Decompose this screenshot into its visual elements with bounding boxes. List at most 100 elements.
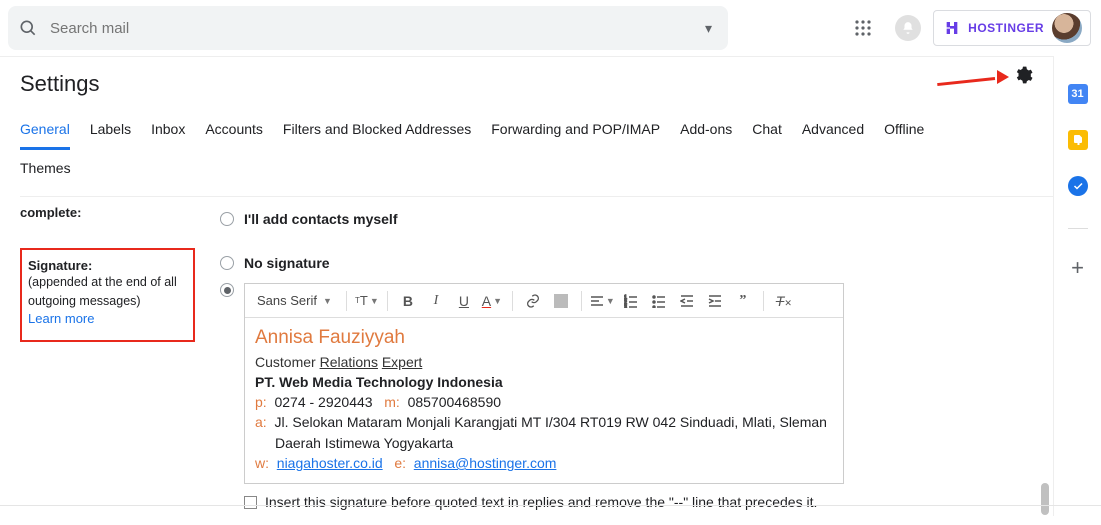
side-panel-divider — [1068, 228, 1088, 229]
gear-annotation — [937, 65, 1033, 88]
apps-grid-icon[interactable] — [843, 8, 883, 48]
font-select-label: Sans Serif — [257, 293, 317, 308]
notifications-icon[interactable] — [895, 15, 921, 41]
sig-addr1: Jl. Selokan Mataram Monjali Karangjati M… — [274, 414, 827, 430]
insert-signature-row: Insert this signature before quoted text… — [244, 494, 1053, 510]
nosignature-radio[interactable] — [220, 256, 234, 270]
scrollbar-thumb[interactable] — [1041, 483, 1049, 515]
sig-email-link[interactable]: annisa@hostinger.com — [414, 455, 557, 471]
sig-phone: 0274 - 2920443 — [274, 394, 372, 410]
bold-button[interactable]: B — [396, 289, 420, 313]
svg-text:3: 3 — [624, 305, 627, 308]
brand-chip[interactable]: HOSTINGER — [933, 10, 1091, 46]
side-panel: 31 + — [1053, 56, 1101, 516]
hostinger-logo-icon — [944, 20, 960, 36]
chevron-down-icon: ▼ — [323, 296, 332, 306]
settings-right-column: I'll add contacts myself No signature Sa… — [220, 203, 1053, 525]
tab-offline[interactable]: Offline — [884, 117, 924, 150]
search-box[interactable]: ▾ — [8, 6, 728, 50]
main: Settings General Labels Inbox Accounts F… — [0, 56, 1053, 516]
numbered-list-button[interactable]: 123 — [619, 289, 643, 313]
sig-e-label: e: — [394, 455, 406, 471]
sig-web-link[interactable]: niagahoster.co.id — [277, 455, 383, 471]
search-dropdown-icon[interactable]: ▾ — [699, 20, 718, 37]
tab-themes[interactable]: Themes — [20, 156, 71, 186]
settings-content: complete: Signature: (appended at the en… — [20, 203, 1053, 525]
sig-job-a: Customer — [255, 354, 316, 370]
toolbar-separator — [763, 291, 764, 311]
sig-p-label: p: — [255, 394, 267, 410]
tab-chat[interactable]: Chat — [752, 117, 782, 150]
side-panel-add-icon[interactable]: + — [1071, 255, 1084, 281]
text-color-button[interactable]: A▼ — [480, 289, 504, 313]
topbar: ▾ HOSTINGER — [0, 0, 1101, 56]
sig-a-label: a: — [255, 414, 267, 430]
align-button[interactable]: ▼ — [590, 289, 615, 313]
sig-job-c: Expert — [382, 354, 422, 370]
annotation-arrow-icon — [937, 67, 1007, 87]
sig-name: Annisa Fauziyyah — [255, 324, 833, 352]
editor-toolbar: Sans Serif ▼ TT▼ B I U A▼ ▼ 123 — [245, 284, 843, 318]
sig-addr2: Daerah Istimewa Yogyakarta — [275, 435, 453, 451]
nosig-radio-row[interactable]: No signature — [220, 249, 1053, 277]
text-size-button[interactable]: TT▼ — [355, 289, 379, 313]
search-input[interactable] — [38, 19, 699, 38]
signature-editor[interactable]: Sans Serif ▼ TT▼ B I U A▼ ▼ 123 — [244, 283, 844, 484]
sig-job-b: Relations — [320, 354, 378, 370]
settings-gear-icon[interactable] — [1013, 65, 1033, 88]
signature-section-highlight: Signature: (appended at the end of all o… — [20, 248, 195, 342]
contacts-radio[interactable] — [220, 212, 234, 226]
bullet-list-button[interactable] — [647, 289, 671, 313]
keep-icon[interactable] — [1068, 130, 1088, 150]
sig-m-label: m: — [384, 394, 400, 410]
tab-advanced[interactable]: Advanced — [802, 117, 864, 150]
underline-button[interactable]: U — [452, 289, 476, 313]
sig-job: Customer Relations Expert — [255, 352, 833, 372]
settings-left-column: complete: Signature: (appended at the en… — [20, 203, 220, 525]
toolbar-separator — [581, 291, 582, 311]
settings-tabs-row2: Themes — [20, 156, 1053, 197]
signature-body[interactable]: Annisa Fauziyyah Customer Relations Expe… — [245, 318, 843, 483]
brand-label: HOSTINGER — [968, 21, 1044, 35]
avatar[interactable] — [1052, 13, 1082, 43]
tab-filters[interactable]: Filters and Blocked Addresses — [283, 117, 471, 150]
signature-learn-more-link[interactable]: Learn more — [28, 311, 185, 326]
image-button[interactable] — [549, 289, 573, 313]
font-select[interactable]: Sans Serif ▼ — [251, 293, 338, 308]
sig-web-line: w: niagahoster.co.id e: annisa@hostinger… — [255, 453, 833, 473]
sig-mobile: 085700468590 — [408, 394, 501, 410]
insert-signature-label: Insert this signature before quoted text… — [265, 494, 817, 510]
toolbar-separator — [387, 291, 388, 311]
sig-phone-line: p: 0274 - 2920443 m: 085700468590 — [255, 392, 833, 412]
tab-labels[interactable]: Labels — [90, 117, 131, 150]
insert-signature-checkbox[interactable] — [244, 496, 257, 509]
signature-desc: (appended at the end of all outgoing mes… — [28, 273, 185, 311]
tab-addons[interactable]: Add-ons — [680, 117, 732, 150]
tab-general[interactable]: General — [20, 117, 70, 150]
signature-title: Signature: — [28, 258, 185, 273]
tab-inbox[interactable]: Inbox — [151, 117, 185, 150]
complete-label: complete: — [20, 205, 220, 226]
italic-button[interactable]: I — [424, 289, 448, 313]
bottom-divider — [0, 505, 1101, 506]
topbar-right: HOSTINGER — [843, 0, 1091, 56]
toolbar-separator — [512, 291, 513, 311]
sig-company: PT. Web Media Technology Indonesia — [255, 372, 833, 392]
customsignature-radio[interactable] — [220, 283, 234, 297]
tab-forwarding[interactable]: Forwarding and POP/IMAP — [491, 117, 660, 150]
link-button[interactable] — [521, 289, 545, 313]
tab-accounts[interactable]: Accounts — [205, 117, 263, 150]
sig-addr-line: a: Jl. Selokan Mataram Monjali Karangjat… — [255, 412, 833, 432]
tasks-icon[interactable] — [1068, 176, 1088, 196]
contacts-radio-row[interactable]: I'll add contacts myself — [220, 205, 1053, 233]
sig-addr2-line: Daerah Istimewa Yogyakarta — [255, 433, 833, 453]
indent-less-button[interactable] — [675, 289, 699, 313]
page-title: Settings — [20, 71, 1053, 97]
contacts-radio-label: I'll add contacts myself — [244, 211, 398, 227]
search-icon — [18, 18, 38, 38]
toolbar-separator — [346, 291, 347, 311]
indent-more-button[interactable] — [703, 289, 727, 313]
remove-format-button[interactable]: T✕ — [772, 289, 796, 313]
quote-button[interactable]: ” — [731, 289, 755, 313]
calendar-icon[interactable]: 31 — [1068, 84, 1088, 104]
